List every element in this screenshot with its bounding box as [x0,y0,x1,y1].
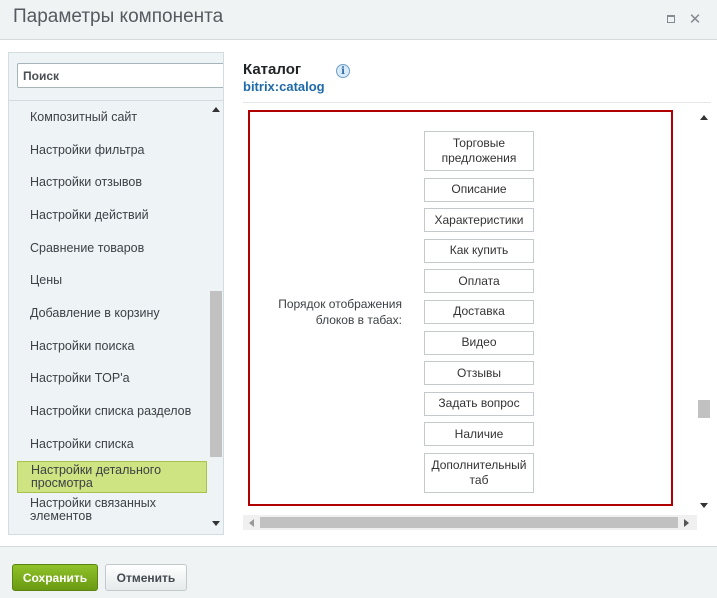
sidebar-item[interactable]: Настройки отзывов [17,166,207,199]
header-divider [243,102,711,103]
sidebar-item[interactable]: Настройки списка разделов [17,395,207,428]
sidebar-item[interactable]: Настройки действий [17,199,207,232]
sidebar-item[interactable]: Настройки TOP'а [17,363,207,396]
tab-block[interactable]: Как купить [424,238,534,263]
content-horizontal-scrollbar[interactable] [243,515,697,530]
scroll-up-icon[interactable] [700,115,708,120]
scroll-left-icon[interactable] [249,519,254,527]
horizontal-scroll-thumb[interactable] [260,517,678,528]
tab-block[interactable]: Характеристики [424,208,534,233]
tab-block[interactable]: Оплата [424,269,534,294]
sidebar-item[interactable]: Настройки поиска [17,330,207,363]
tab-block[interactable]: Торговые предложения [424,131,534,171]
info-icon[interactable]: i [336,64,350,78]
dialog-footer: Сохранить Отменить [0,546,717,598]
scroll-up-icon[interactable] [212,107,220,112]
tab-block[interactable]: Доставка [424,299,534,324]
component-code: bitrix:catalog [243,79,325,94]
tab-blocks-list: Торговые предложения Описание Характеристи… [424,131,534,500]
component-title: Каталог [243,61,302,78]
tab-block[interactable]: Дополнительный таб [424,452,534,493]
sidebar-item[interactable]: Добавление в корзину [17,297,207,330]
tab-block[interactable]: Видео [424,330,534,355]
content-vertical-scrollbar[interactable] [697,110,711,512]
save-button[interactable]: Сохранить [12,564,98,591]
tab-block[interactable]: Отзывы [424,361,534,386]
sidebar-item[interactable]: Настройки детального просмотра [17,460,207,494]
scroll-right-icon[interactable] [684,519,689,527]
sidebar-scroll-thumb[interactable] [210,291,222,457]
sidebar-item[interactable]: Композитный сайт [17,101,207,134]
tab-block[interactable]: Наличие [424,422,534,447]
maximize-icon[interactable] [664,12,678,26]
window-title: Параметры компонента [13,6,224,27]
tab-block[interactable]: Описание [424,177,534,202]
sidebar-scrollbar[interactable] [209,101,223,533]
sidebar-item[interactable]: Настройки фильтра [17,134,207,167]
scroll-down-icon[interactable] [212,521,220,526]
sidebar-item[interactable]: Настройки связанных элементов [17,493,207,526]
search-input[interactable] [18,64,223,87]
sidebar-item[interactable]: Цены [17,264,207,297]
sidebar-menu: Композитный сайт Настройки фильтра Настрой… [17,101,207,526]
tab-block[interactable]: Задать вопрос [424,391,534,416]
cancel-button[interactable]: Отменить [105,564,187,591]
scroll-down-icon[interactable] [700,503,708,508]
content-scroll-thumb[interactable] [698,400,710,418]
search-box [17,63,223,88]
sidebar-item[interactable]: Сравнение товаров [17,232,207,265]
sidebar: Композитный сайтНастройки фильтраНастрой… [8,52,224,535]
window-titlebar: Параметры компонента ✕ [0,0,717,40]
close-icon[interactable]: ✕ [688,11,702,28]
sidebar-item[interactable]: Настройки списка [17,428,207,461]
property-label: Порядок отображения блоков в табах: [278,297,402,327]
